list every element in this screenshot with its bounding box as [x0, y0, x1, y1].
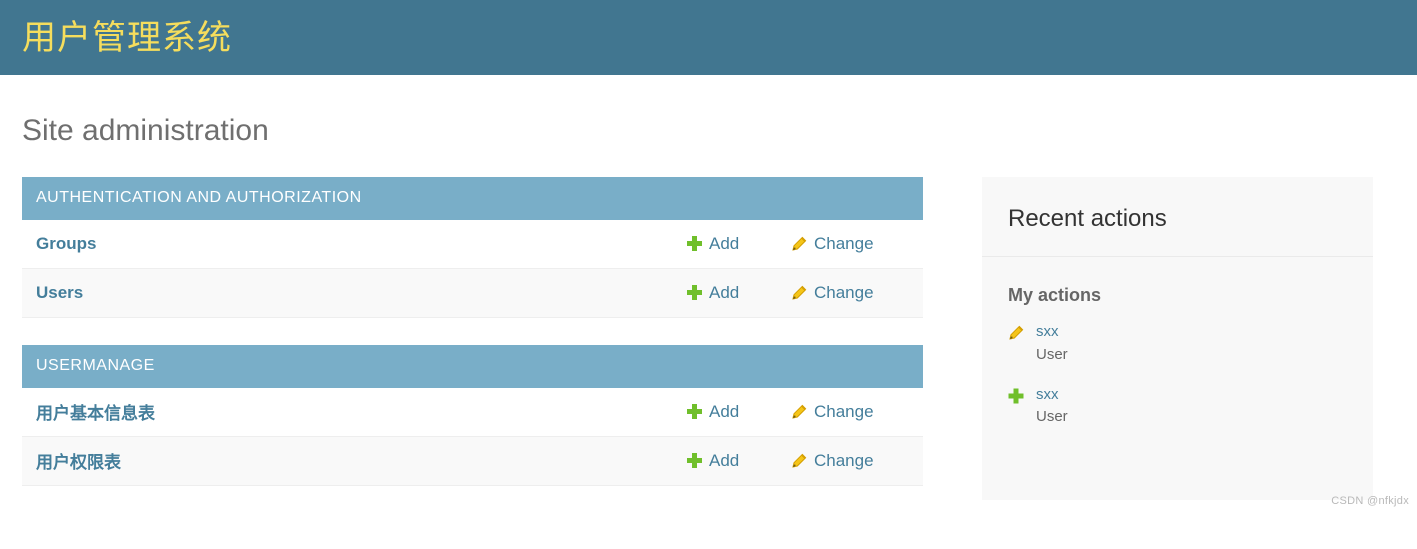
list-item[interactable]: sxx User	[1008, 322, 1347, 384]
pencil-icon	[1008, 325, 1024, 341]
app-module-auth: Authentication and Authorization Groups …	[22, 177, 923, 318]
change-link-userperm[interactable]: Change	[791, 451, 909, 471]
module-caption[interactable]: Usermanage	[22, 344, 923, 388]
content-area: Site administration Authentication and A…	[0, 75, 1417, 513]
plus-icon	[687, 236, 702, 252]
add-link-users[interactable]: Add	[687, 283, 791, 303]
module-caption[interactable]: Authentication and Authorization	[22, 177, 923, 220]
add-label: Add	[709, 450, 740, 470]
plus-icon	[1008, 388, 1024, 404]
add-link-groups[interactable]: Add	[687, 234, 791, 254]
watermark: CSDN @nfkjdx	[1331, 494, 1409, 507]
recent-action-list: sxx User sxx User	[982, 306, 1373, 447]
change-label: Change	[814, 282, 874, 302]
plus-icon	[687, 285, 702, 301]
add-link-userperm[interactable]: Add	[687, 451, 791, 471]
plus-icon	[687, 453, 702, 469]
pencil-icon	[791, 285, 807, 301]
change-link-userinfo[interactable]: Change	[791, 402, 909, 422]
my-actions-title: My actions	[1008, 284, 1102, 305]
plus-icon	[687, 404, 702, 420]
list-item[interactable]: sxx User	[1008, 385, 1347, 447]
branding-title[interactable]: 用户管理系统	[22, 21, 232, 55]
recent-action-model: User	[1036, 345, 1068, 363]
add-label: Add	[709, 233, 740, 253]
table-row[interactable]: 用户权限表 Add Change	[22, 436, 923, 486]
change-link-users[interactable]: Change	[791, 283, 909, 303]
change-label: Change	[814, 450, 874, 470]
change-label: Change	[814, 401, 874, 421]
recent-action-model: User	[1036, 407, 1068, 425]
main-columns: Authentication and Authorization Groups …	[0, 149, 1417, 513]
site-header: 用户管理系统	[0, 0, 1417, 75]
pencil-icon	[791, 236, 807, 252]
sidebar: Recent actions My actions sxx User sxx U…	[982, 177, 1373, 500]
pencil-icon	[791, 404, 807, 420]
model-link-groups[interactable]: Groups	[36, 234, 687, 254]
model-link-users[interactable]: Users	[36, 283, 687, 303]
add-label: Add	[709, 401, 740, 421]
recent-actions-title: Recent actions	[982, 177, 1373, 257]
recent-action-object-link[interactable]: sxx	[1036, 322, 1347, 342]
add-label: Add	[709, 282, 740, 302]
page-title: Site administration	[22, 114, 269, 147]
model-link-userinfo[interactable]: 用户基本信息表	[36, 399, 687, 424]
recent-action-object-link[interactable]: sxx	[1036, 385, 1347, 405]
pencil-icon	[791, 453, 807, 469]
recent-actions-module: Recent actions My actions sxx User sxx U…	[982, 177, 1373, 500]
add-link-userinfo[interactable]: Add	[687, 402, 791, 422]
table-row[interactable]: Users Add Change	[22, 268, 923, 318]
change-link-groups[interactable]: Change	[791, 234, 909, 254]
app-list: Authentication and Authorization Groups …	[22, 177, 923, 513]
model-link-userperm[interactable]: 用户权限表	[36, 448, 687, 473]
app-module-usermanage: Usermanage 用户基本信息表 Add	[22, 344, 923, 486]
table-row[interactable]: 用户基本信息表 Add Change	[22, 388, 923, 437]
change-label: Change	[814, 233, 874, 253]
table-row[interactable]: Groups Add Change	[22, 220, 923, 269]
